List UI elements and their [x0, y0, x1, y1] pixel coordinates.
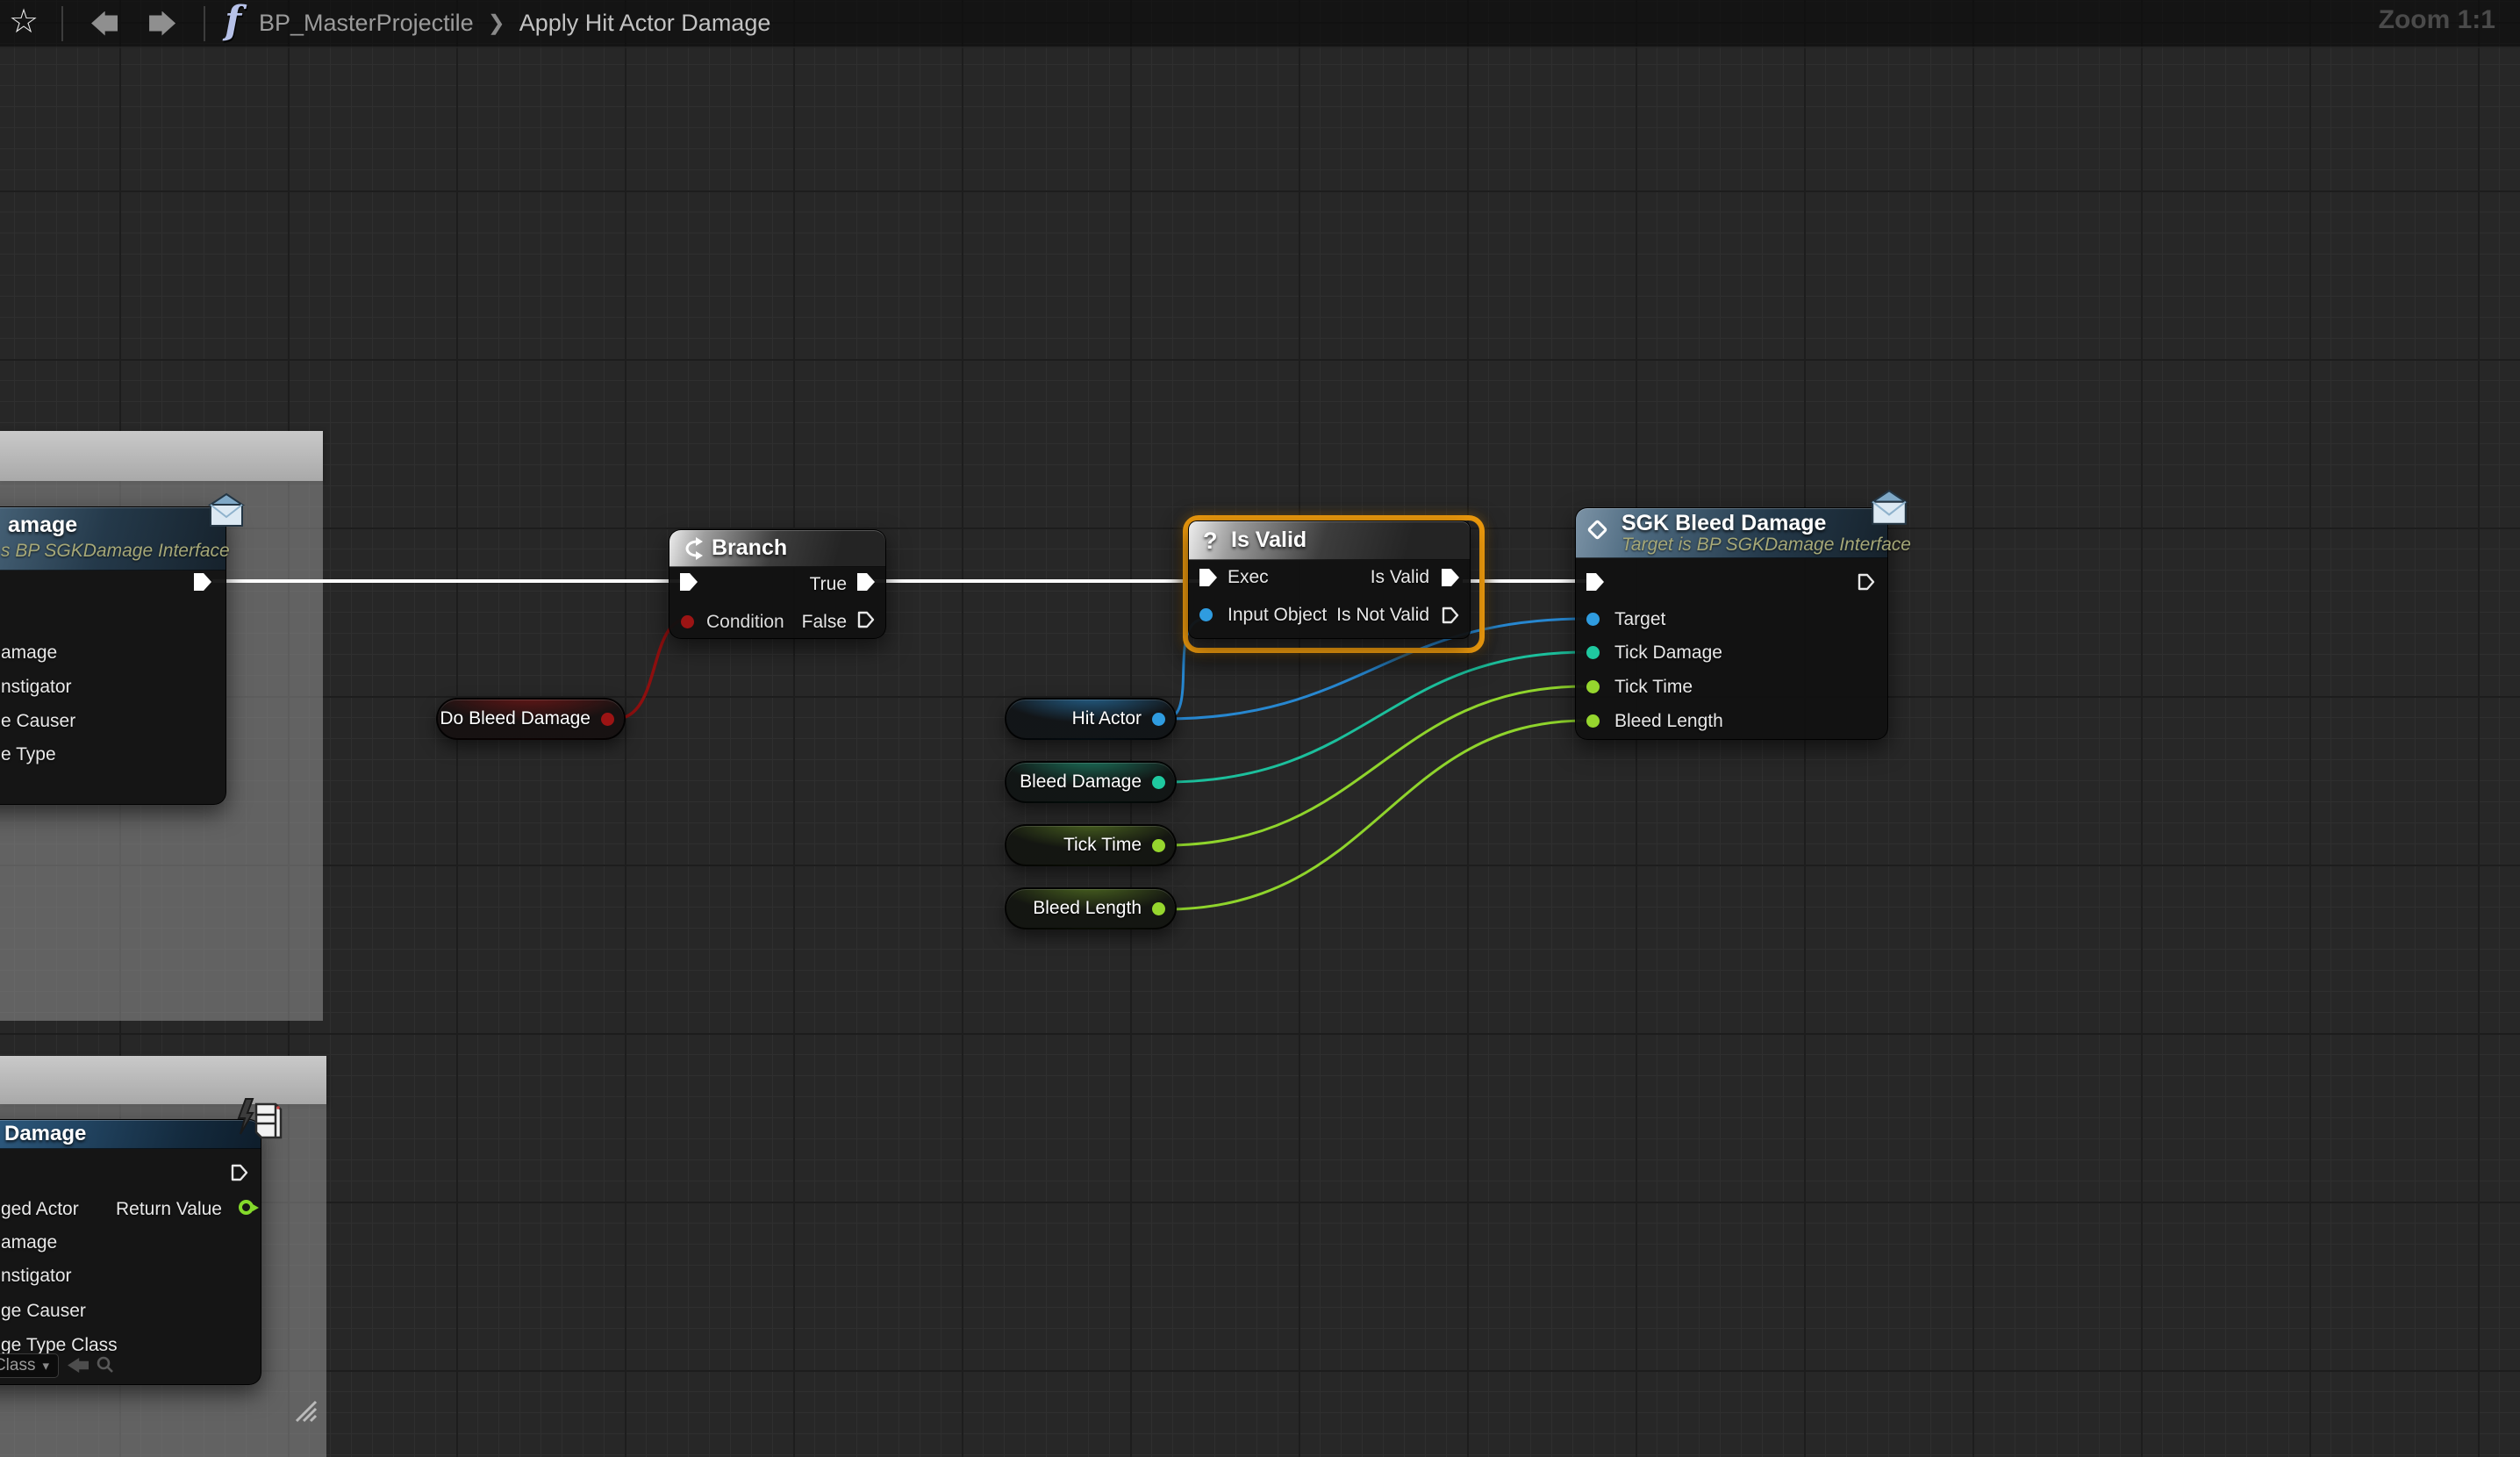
float-out-pin[interactable]	[1152, 902, 1165, 915]
envelope-icon	[207, 491, 246, 529]
pin-label: Condition	[706, 611, 784, 634]
pin-label: nstigator	[1, 676, 72, 699]
true-exec-out-pin[interactable]	[857, 573, 875, 591]
dropdown-value: Class	[0, 1356, 35, 1375]
breadcrumb-current[interactable]: Apply Hit Actor Damage	[519, 10, 771, 37]
comment-header[interactable]	[0, 431, 323, 481]
node-is-valid-selection[interactable]: ? Is Valid Exec Is Valid Input Object Is…	[1183, 515, 1485, 653]
pin-label: Tick Time	[1614, 676, 1693, 699]
exec-in-pin[interactable]	[1586, 573, 1604, 591]
variable-pill-do-bleed-damage[interactable]: Do Bleed Damage	[436, 698, 626, 740]
float-wire	[1165, 652, 1586, 782]
node-title: SGK Bleed Damage	[1622, 511, 1826, 536]
false-exec-out-pin[interactable]	[857, 611, 875, 628]
zoom-level-indicator: Zoom 1:1	[2379, 5, 2495, 35]
dropdown-caret-icon: ▾	[42, 1358, 49, 1374]
variable-pill-tick-time[interactable]: Tick Time	[1005, 824, 1177, 866]
breadcrumb-root[interactable]: BP_MasterProjectile	[259, 10, 474, 37]
pin-label: Target	[1614, 608, 1665, 631]
function-icon: f	[225, 0, 241, 43]
node-title: Damage	[4, 1122, 86, 1146]
toolbar-divider	[61, 6, 63, 41]
float-wire	[1165, 686, 1586, 845]
pin-label: Bleed Length	[1614, 710, 1723, 733]
diamond-icon	[1586, 519, 1607, 540]
pin-label: amage	[1, 1231, 57, 1254]
tick-damage-pin[interactable]	[1586, 646, 1600, 659]
node-sgk-bleed-damage[interactable]: SGK Bleed Damage Target is BP SGKDamage …	[1575, 507, 1888, 740]
float-out-pin[interactable]	[1152, 839, 1165, 852]
pin-label: ged Actor	[1, 1198, 79, 1221]
envelope-icon	[1868, 487, 1910, 528]
magnifier-icon[interactable]	[96, 1355, 115, 1374]
exec-out-pin[interactable]	[194, 573, 211, 591]
exec-in-pin[interactable]	[680, 573, 698, 591]
target-pin[interactable]	[1586, 613, 1600, 626]
pill-label: Hit Actor	[1072, 708, 1142, 729]
tick-time-pin[interactable]	[1586, 680, 1600, 693]
object-out-pin[interactable]	[1152, 713, 1165, 726]
node-partial-apply-damage[interactable]: Damage ged Actor Return Value amage nsti…	[0, 1119, 261, 1385]
class-select-dropdown[interactable]: Class ▾	[0, 1353, 59, 1378]
float-out-pin[interactable]	[1152, 776, 1165, 789]
exec-out-pin[interactable]	[1858, 573, 1875, 591]
pin-label: Input Object	[1228, 604, 1327, 627]
pin-label: e Causer	[1, 710, 75, 733]
forward-arrow-icon[interactable]	[149, 11, 175, 36]
is-not-valid-exec-out-pin[interactable]	[1442, 606, 1459, 624]
node-title: Branch	[712, 535, 787, 561]
bool-out-pin[interactable]	[601, 713, 614, 726]
pill-label: Do Bleed Damage	[440, 708, 591, 729]
node-title: amage	[8, 513, 77, 538]
chevron-separator-icon: ❯	[488, 11, 505, 36]
pin-label: e Type	[1, 743, 56, 766]
pin-label: Exec	[1228, 566, 1269, 589]
is-valid-exec-out-pin[interactable]	[1442, 569, 1459, 586]
blueprint-graph-canvas[interactable]: amage s BP SGKDamage Interface amage nst…	[0, 0, 2520, 1457]
reset-arrow-icon[interactable]	[68, 1358, 89, 1373]
exec-in-pin[interactable]	[1199, 569, 1217, 586]
bleed-length-pin[interactable]	[1586, 714, 1600, 728]
node-subtitle: Target is BP SGKDamage Interface	[1622, 535, 1911, 556]
node-branch[interactable]: Branch Condition True False	[669, 529, 886, 639]
input-object-pin[interactable]	[1199, 608, 1213, 621]
pin-label: True	[810, 573, 847, 596]
pin-label: amage	[1, 642, 57, 664]
pin-label: Is Valid	[1371, 566, 1429, 589]
pin-label: Tick Damage	[1614, 642, 1722, 664]
return-value-pin[interactable]	[239, 1200, 254, 1215]
node-partial-damage-interface-call[interactable]: amage s BP SGKDamage Interface amage nst…	[0, 506, 226, 805]
branch-icon	[680, 536, 705, 561]
variable-pill-bleed-damage[interactable]: Bleed Damage	[1005, 761, 1177, 803]
pin-label: nstigator	[1, 1265, 72, 1288]
float-wire	[1165, 721, 1586, 909]
node-is-valid[interactable]: ? Is Valid Exec Is Valid Input Object Is…	[1188, 520, 1471, 639]
toolbar-divider	[204, 6, 205, 41]
pin-label: Return Value	[116, 1198, 222, 1221]
graph-toolbar: ☆ f BP_MasterProjectile ❯ Apply Hit Acto…	[0, 0, 2520, 48]
pill-label: Tick Time	[1063, 835, 1142, 856]
pin-label: False	[802, 611, 847, 634]
variable-pill-bleed-length[interactable]: Bleed Length	[1005, 887, 1177, 929]
variable-pill-hit-actor[interactable]: Hit Actor	[1005, 698, 1177, 740]
pin-label: Is Not Valid	[1336, 604, 1429, 627]
wire-layer	[0, 0, 2520, 1457]
exec-out-pin[interactable]	[231, 1164, 248, 1181]
pill-label: Bleed Damage	[1020, 772, 1142, 793]
favorite-star-icon[interactable]: ☆	[9, 2, 39, 41]
pill-label: Bleed Length	[1033, 898, 1142, 919]
back-arrow-icon[interactable]	[91, 11, 118, 36]
pin-label: ge Causer	[1, 1300, 86, 1323]
condition-pin[interactable]	[681, 615, 694, 628]
question-icon: ?	[1203, 528, 1218, 555]
lightning-box-icon	[233, 1095, 284, 1145]
node-subtitle: s BP SGKDamage Interface	[1, 541, 230, 562]
node-title: Is Valid	[1231, 528, 1307, 553]
